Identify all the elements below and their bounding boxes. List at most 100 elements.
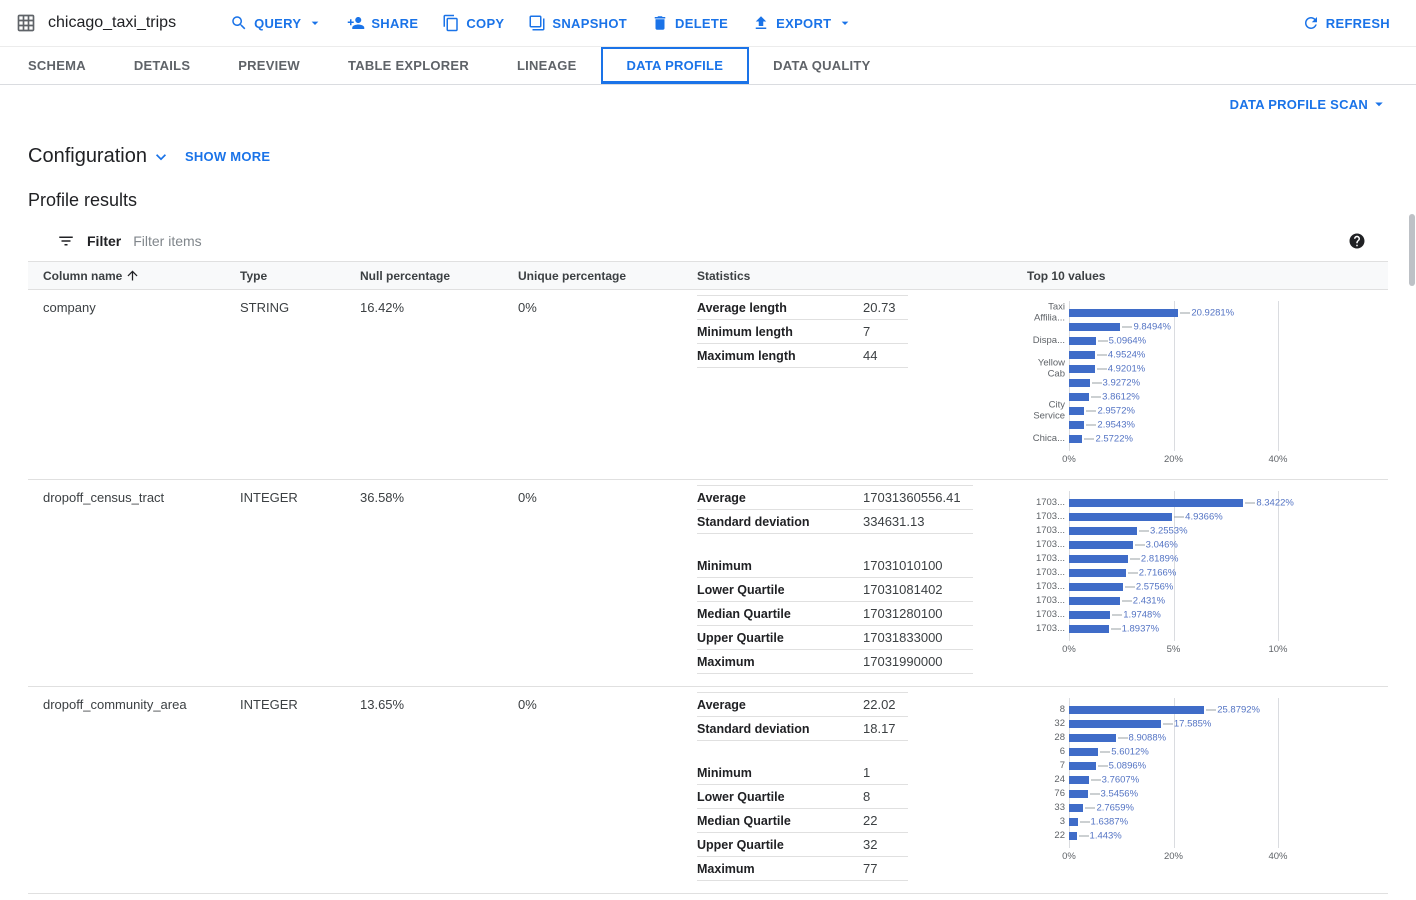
sort-arrow-up-icon[interactable] [125, 268, 140, 283]
header-label: Column name [43, 269, 122, 283]
profile-rows: companySTRING16.42%0%Average length20.73… [28, 290, 1388, 894]
chart-category-label: Dispa... [1027, 336, 1065, 347]
chart-value-label: 2.8189% [1130, 554, 1179, 565]
stat-label: Average length [697, 301, 863, 315]
chart-plot: Taxi Affilia...20.9281%9.8494%Dispa...5.… [1027, 301, 1388, 451]
chart-category-label: 76 [1027, 789, 1065, 800]
chart-bar [1069, 611, 1110, 619]
chart-bar [1069, 379, 1090, 387]
data-profile-scan-label: DATA PROFILE SCAN [1230, 97, 1368, 112]
chart-category-label: 1703... [1027, 610, 1065, 621]
scrollbar-thumb[interactable] [1409, 214, 1415, 286]
chart-value-label: 2.9543% [1086, 420, 1135, 431]
chart-category-label: 1703... [1027, 582, 1065, 593]
table-header: Column name Type Null percentage Unique … [28, 261, 1388, 290]
copy-button[interactable]: COPY [432, 6, 514, 40]
stat-label: Minimum [697, 559, 863, 573]
stat-value: 44 [863, 348, 889, 363]
stat-value: 17031990000 [863, 654, 955, 669]
header-column-name[interactable]: Column name [28, 268, 240, 283]
statistics-table: Average length20.73Minimum length7Maximu… [697, 295, 908, 368]
chart-value-label: 5.0896% [1098, 761, 1147, 772]
tab-data-quality[interactable]: DATA QUALITY [749, 47, 894, 84]
search-icon [230, 14, 248, 32]
configuration-title: Configuration [28, 145, 147, 168]
chart-category-label: 22 [1027, 831, 1065, 842]
snapshot-button[interactable]: SNAPSHOT [518, 6, 637, 40]
top-values-chart: 1703...8.3422%1703...4.9366%1703...3.255… [1027, 491, 1388, 657]
stat-label: Upper Quartile [697, 631, 863, 645]
chart-value-label: 3.7607% [1091, 775, 1140, 786]
table-row: dropoff_community_areaINTEGER13.65%0%Ave… [28, 687, 1388, 894]
tab-schema[interactable]: SCHEMA [4, 47, 110, 84]
show-more-link[interactable]: SHOW MORE [185, 149, 270, 164]
chart-value-label: 3.2553% [1139, 526, 1188, 537]
tab-data-profile[interactable]: DATA PROFILE [601, 47, 750, 84]
cell-type: INTEGER [240, 687, 360, 893]
page-title: chicago_taxi_trips [48, 14, 176, 32]
chevron-down-icon[interactable] [151, 147, 171, 167]
tab-preview[interactable]: PREVIEW [214, 47, 324, 84]
tab-lineage[interactable]: LINEAGE [493, 47, 601, 84]
tab-label: DATA PROFILE [627, 58, 724, 73]
chart-bar [1069, 393, 1089, 401]
chart-gridline [1278, 301, 1279, 451]
stat-row: Standard deviation334631.13 [697, 510, 973, 534]
tab-table-explorer[interactable]: TABLE EXPLORER [324, 47, 493, 84]
chart-category-label: 1703... [1027, 512, 1065, 523]
chart-category-label: Chica... [1027, 434, 1065, 445]
stat-label: Average [697, 698, 863, 712]
chart-value-label: 5.6012% [1100, 747, 1149, 758]
table-row: companySTRING16.42%0%Average length20.73… [28, 290, 1388, 480]
chart-bar [1069, 421, 1084, 429]
chart-axis: 0%5%10% [1027, 644, 1388, 657]
stat-label: Median Quartile [697, 814, 863, 828]
chart-bar [1069, 583, 1123, 591]
stat-label: Maximum [697, 655, 863, 669]
stat-value: 17031081402 [863, 582, 955, 597]
chart-bar [1069, 569, 1126, 577]
stat-row: Minimum1 [697, 761, 908, 785]
query-button[interactable]: QUERY [220, 6, 333, 40]
chart-tick-label: 0% [1062, 454, 1076, 465]
chart-bar [1069, 762, 1096, 770]
caret-down-icon [307, 15, 323, 31]
chart-bar [1069, 365, 1095, 373]
chart-value-label: 17.585% [1163, 719, 1212, 730]
chart-bar [1069, 818, 1078, 826]
chart-category-label: 1703... [1027, 526, 1065, 537]
chart-value-label: 8.3422% [1245, 498, 1294, 509]
stat-row: Upper Quartile32 [697, 833, 908, 857]
stat-value: 334631.13 [863, 514, 936, 529]
stat-value: 17031833000 [863, 630, 955, 645]
chart-category-label: 1703... [1027, 498, 1065, 509]
stat-value: 7 [863, 324, 882, 339]
share-button-label: SHARE [371, 16, 418, 31]
top-values-chart: Taxi Affilia...20.9281%9.8494%Dispa...5.… [1027, 301, 1388, 467]
chart-category-label: Yellow Cab [1027, 359, 1065, 380]
chart-bar [1069, 309, 1178, 317]
stat-row: Lower Quartile17031081402 [697, 578, 973, 602]
refresh-button[interactable]: REFRESH [1292, 6, 1400, 40]
filter-input[interactable] [133, 233, 1336, 249]
top-values-chart: 825.8792%3217.585%288.9088%65.6012%75.08… [1027, 698, 1388, 864]
data-profile-scan-menu[interactable]: DATA PROFILE SCAN [1230, 95, 1388, 113]
delete-icon [651, 14, 669, 32]
chart-value-label: 3.8612% [1091, 392, 1140, 403]
header-statistics: Statistics [697, 269, 1027, 283]
chart-category-label: Taxi Affilia... [1027, 303, 1065, 324]
stat-value: 22 [863, 813, 889, 828]
chart-value-label: 2.7166% [1128, 568, 1177, 579]
share-button[interactable]: SHARE [337, 6, 428, 40]
chart-value-label: 4.9524% [1097, 350, 1146, 361]
help-icon[interactable] [1348, 232, 1366, 250]
chart-bar [1069, 776, 1089, 784]
stat-value: 18.17 [863, 721, 908, 736]
tab-details[interactable]: DETAILS [110, 47, 214, 84]
chart-tick-label: 20% [1164, 454, 1183, 465]
delete-button[interactable]: DELETE [641, 6, 738, 40]
export-button[interactable]: EXPORT [742, 6, 863, 40]
chart-bar [1069, 720, 1161, 728]
chart-bar [1069, 790, 1088, 798]
cell-top-values: 825.8792%3217.585%288.9088%65.6012%75.08… [1027, 687, 1388, 893]
